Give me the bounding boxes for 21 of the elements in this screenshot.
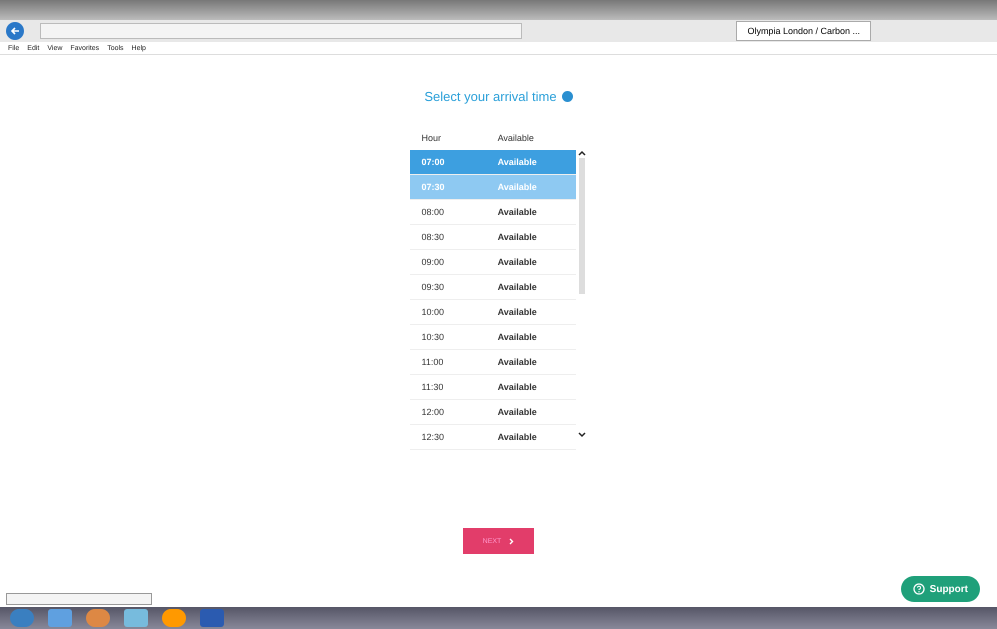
browser-tab[interactable]: Olympia London / Carbon ... xyxy=(736,21,871,41)
taskbar-app-icon[interactable] xyxy=(162,609,186,627)
time-slot-row[interactable]: 09:30 Available xyxy=(410,275,576,300)
time-slot-row[interactable]: 09:00 Available xyxy=(410,250,576,275)
time-slot-row[interactable]: 10:30 Available xyxy=(410,325,576,350)
time-slot-row[interactable]: 11:00 Available xyxy=(410,350,576,375)
column-header: Available xyxy=(498,133,535,143)
scroll-up-icon[interactable] xyxy=(578,150,586,156)
time-slot-row[interactable]: 12:30 Available xyxy=(410,425,576,450)
column-header: Hour xyxy=(420,133,442,143)
time-slot-row[interactable]: 08:00 Available xyxy=(410,200,576,225)
time-slot-row[interactable]: 12:00 Available xyxy=(410,400,576,425)
time-slot-row[interactable]: 08:30 Available xyxy=(410,225,576,250)
chevron-right-icon xyxy=(509,538,514,544)
time-slot-row[interactable]: 11:30 Available xyxy=(410,375,576,400)
taskbar-app-icon[interactable] xyxy=(86,609,110,627)
time-slot-row[interactable]: 10:00 Available xyxy=(410,300,576,325)
address-field[interactable] xyxy=(40,23,522,39)
scroll-down-icon[interactable] xyxy=(578,432,586,438)
page-title: Select your arrival time xyxy=(424,89,557,104)
taskbar-app-icon[interactable] xyxy=(124,609,148,627)
